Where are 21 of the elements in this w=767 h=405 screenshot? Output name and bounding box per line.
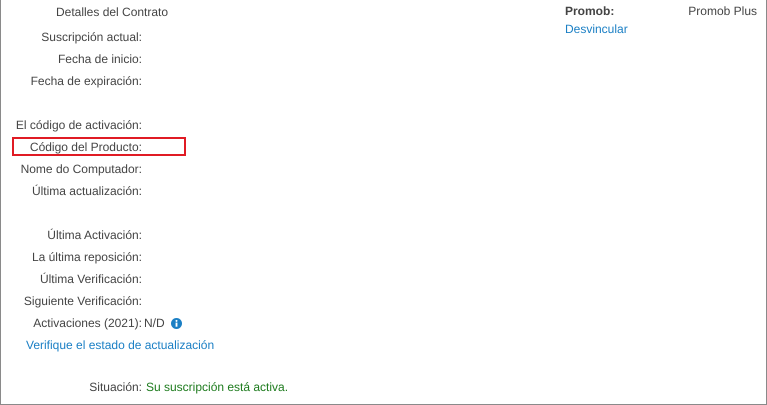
field-label: Código del Producto: — [28, 140, 142, 154]
field-label: Fecha de inicio: — [56, 52, 142, 66]
update-status-link[interactable]: Verifique el estado de actualización — [26, 338, 214, 352]
field-value: N/D — [144, 316, 165, 330]
field-label: Última Activación: — [46, 228, 142, 242]
field-label: Última actualización: — [30, 184, 142, 198]
product-label: Promob: — [565, 4, 614, 20]
field-label: Última Verificación: — [38, 272, 142, 286]
field-label: Activaciones (2021): — [32, 316, 142, 330]
field-label: Siguiente Verificación: — [22, 294, 142, 308]
unlink-link[interactable]: Desvincular — [565, 22, 628, 36]
field-label: El código de activación: — [14, 118, 142, 132]
status-value: Su suscripción está activa. — [146, 380, 288, 394]
field-label: Suscripción actual: — [40, 30, 142, 44]
field-label: Fecha de expiración: — [30, 74, 142, 88]
section-title: Detalles del Contrato — [55, 4, 170, 21]
status-label: Situación: — [88, 380, 142, 394]
field-label: Nome do Computador: — [20, 162, 142, 176]
product-value: Promob Plus — [688, 4, 757, 20]
info-icon[interactable] — [170, 318, 182, 328]
field-label: La última reposición: — [30, 250, 142, 264]
